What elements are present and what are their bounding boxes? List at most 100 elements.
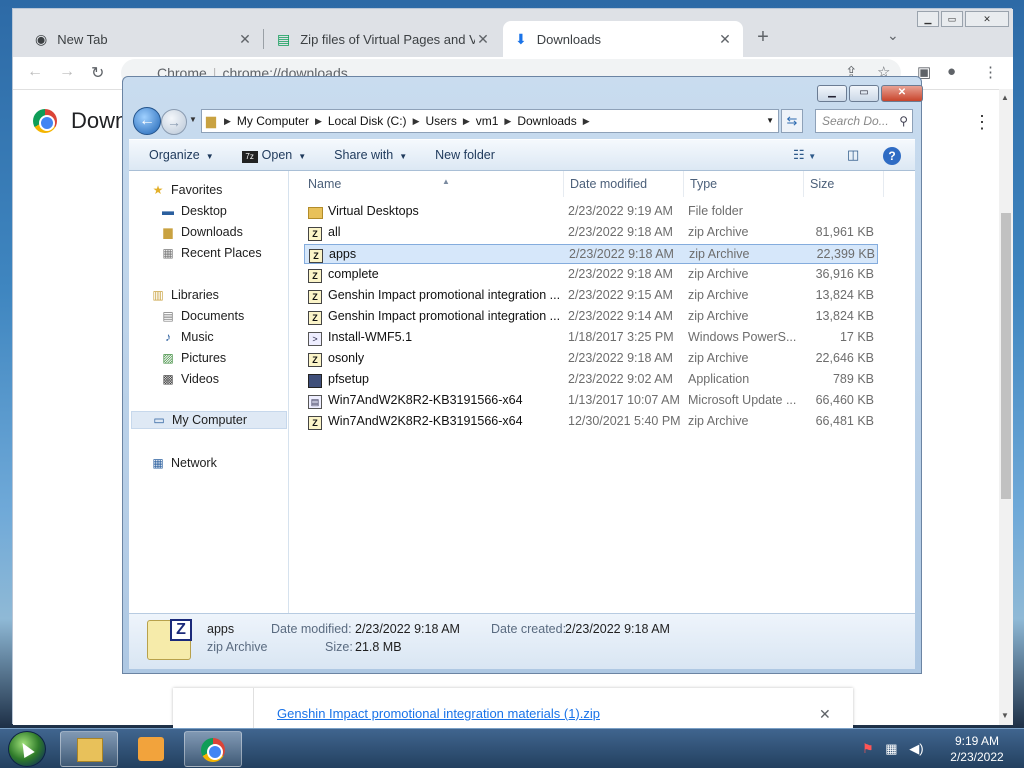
zip-archive-icon: Z xyxy=(308,225,324,241)
chevron-right-icon[interactable]: ▶ xyxy=(413,116,420,127)
download-file-link[interactable]: Genshin Impact promotional integration m… xyxy=(277,706,600,721)
clock[interactable]: 9:19 AM 2/23/2022 xyxy=(940,733,1014,765)
file-name: Install-WMF5.1 xyxy=(328,330,413,344)
close-button[interactable]: ✕ xyxy=(881,85,923,102)
breadcrumb-item[interactable]: My Computer xyxy=(237,114,309,128)
nav-item-desktop[interactable]: ▬ Desktop xyxy=(159,202,227,220)
scrollbar-thumb[interactable] xyxy=(1001,213,1011,499)
open-button[interactable]: 7z Open ▼ xyxy=(241,148,306,163)
taskbar-explorer[interactable] xyxy=(60,731,118,767)
nav-item-music[interactable]: ♪ Music xyxy=(159,328,214,346)
file-row[interactable]: Z Genshin Impact promotional integration… xyxy=(304,307,878,327)
close-icon[interactable]: ✕ xyxy=(237,31,253,48)
network-icon[interactable]: ▦ xyxy=(885,741,897,756)
file-row-selected[interactable]: Z apps 2/23/2022 9:18 AM zip Archive 22,… xyxy=(304,244,878,264)
scroll-up-icon[interactable]: ▲ xyxy=(1001,93,1009,102)
nav-item-documents[interactable]: ▤ Documents xyxy=(159,307,244,325)
close-icon[interactable]: ✕ xyxy=(819,706,831,723)
preview-pane-icon[interactable]: ◫ xyxy=(847,147,859,163)
minimize-button[interactable]: ▁ xyxy=(817,85,847,102)
breadcrumb-item[interactable]: Local Disk (C:) xyxy=(328,114,407,128)
back-button[interactable]: ← xyxy=(133,107,161,135)
file-date: 2/23/2022 9:18 AM xyxy=(568,351,673,365)
history-dropdown-icon[interactable]: ▼ xyxy=(189,115,197,124)
help-icon[interactable]: ? xyxy=(883,147,901,165)
new-tab-button[interactable]: + xyxy=(751,25,775,49)
file-row[interactable]: ▤ Win7AndW2K8R2-KB3191566-x64 1/13/2017 … xyxy=(304,391,878,411)
address-dropdown-icon[interactable]: ▼ xyxy=(766,116,774,125)
nav-item-downloads[interactable]: ▆ Downloads xyxy=(159,223,242,241)
forward-arrow-icon[interactable]: → xyxy=(59,63,75,81)
refresh-button[interactable]: ⇆ xyxy=(781,109,803,133)
menu-icon[interactable]: ⋮ xyxy=(983,63,998,81)
file-row[interactable]: Virtual Desktops 2/23/2022 9:19 AM File … xyxy=(304,202,878,222)
page-scrollbar[interactable]: ▲ ▼ xyxy=(999,89,1013,725)
nav-item-recent-places[interactable]: ▦ Recent Places xyxy=(159,244,261,262)
details-file-type: zip Archive xyxy=(207,640,268,654)
details-size-value: 21.8 MB xyxy=(355,640,402,654)
column-header-date[interactable]: Date modified xyxy=(564,171,684,197)
search-input[interactable]: Search Do... ⚲ xyxy=(815,109,913,133)
file-row[interactable]: pfsetup 2/23/2022 9:02 AM Application 78… xyxy=(304,370,878,390)
organize-label: Organize xyxy=(149,148,200,162)
chevron-right-icon[interactable]: ▶ xyxy=(463,116,470,127)
breadcrumb-item[interactable]: Users xyxy=(425,114,456,128)
nav-item-libraries[interactable]: ▥ Libraries xyxy=(149,286,219,304)
back-arrow-icon[interactable]: ← xyxy=(27,63,43,81)
update-package-icon: ▤ xyxy=(308,393,324,409)
taskbar-media-player[interactable] xyxy=(122,731,180,767)
tab-new-tab[interactable]: ◉ New Tab ✕ xyxy=(23,21,263,57)
forward-button[interactable]: → xyxy=(161,109,187,135)
nav-item-pictures[interactable]: ▨ Pictures xyxy=(159,349,226,367)
action-center-icon[interactable]: ⚑ xyxy=(862,741,874,756)
recent-places-icon: ▦ xyxy=(162,246,174,260)
breadcrumb-item[interactable]: vm1 xyxy=(476,114,499,128)
application-icon xyxy=(308,372,324,388)
new-folder-button[interactable]: New folder xyxy=(435,148,495,162)
nav-item-videos[interactable]: ▩ Videos xyxy=(159,370,219,388)
chevron-right-icon[interactable]: ▶ xyxy=(315,116,322,127)
profile-icon[interactable]: ● xyxy=(947,63,956,80)
close-icon[interactable]: ✕ xyxy=(717,31,733,48)
close-button[interactable]: ✕ xyxy=(965,11,1009,27)
volume-icon[interactable]: ◀) xyxy=(909,741,923,756)
file-name: osonly xyxy=(328,351,365,365)
column-header-name[interactable]: Name ▲ xyxy=(302,171,564,197)
file-row[interactable]: Z Win7AndW2K8R2-KB3191566-x64 12/30/2021… xyxy=(304,412,878,432)
file-type: zip Archive xyxy=(688,288,749,302)
file-row[interactable]: Z Genshin Impact promotional integration… xyxy=(304,286,878,306)
star-icon: ★ xyxy=(152,183,164,197)
search-icon[interactable]: ⚲ xyxy=(899,110,908,132)
tab-zip-files[interactable]: ▤ Zip files of Virtual Pages and Virt ✕ xyxy=(265,21,501,57)
more-options-icon[interactable]: ⋮ xyxy=(973,112,991,133)
tab-downloads[interactable]: ⬇ Downloads ✕ xyxy=(503,21,743,57)
file-row[interactable]: Z all 2/23/2022 9:18 AM zip Archive 81,9… xyxy=(304,223,878,243)
close-icon[interactable]: ✕ xyxy=(475,31,491,48)
chevron-down-icon[interactable]: ⌄ xyxy=(887,27,899,44)
nav-item-my-computer[interactable]: ▭ My Computer xyxy=(131,411,287,429)
column-header-size[interactable]: Size xyxy=(804,171,884,197)
file-row[interactable]: Z complete 2/23/2022 9:18 AM zip Archive… xyxy=(304,265,878,285)
organize-button[interactable]: Organize ▼ xyxy=(149,148,214,162)
maximize-button[interactable]: ▭ xyxy=(849,85,879,102)
nav-label: Pictures xyxy=(181,351,227,365)
breadcrumb-item[interactable]: Downloads xyxy=(517,114,576,128)
chevron-right-icon[interactable]: ▶ xyxy=(583,116,590,127)
nav-item-favorites[interactable]: ★ Favorites xyxy=(149,181,223,199)
column-header-type[interactable]: Type xyxy=(684,171,804,197)
taskbar-chrome[interactable] xyxy=(184,731,242,767)
chevron-right-icon[interactable]: ▶ xyxy=(504,116,511,127)
minimize-button[interactable]: ▁ xyxy=(917,11,939,27)
nav-item-network[interactable]: ▦ Network xyxy=(149,454,217,472)
nav-label: Favorites xyxy=(171,183,223,197)
maximize-button[interactable]: ▭ xyxy=(941,11,963,27)
details-created-label: Date created: xyxy=(491,622,567,636)
file-row[interactable]: Z osonly 2/23/2022 9:18 AM zip Archive 2… xyxy=(304,349,878,369)
share-with-button[interactable]: Share with ▼ xyxy=(334,148,407,162)
file-row[interactable]: > Install-WMF5.1 1/18/2017 3:25 PM Windo… xyxy=(304,328,878,348)
chevron-right-icon[interactable]: ▶ xyxy=(224,116,231,127)
view-options-icon[interactable]: ☷ ▼ xyxy=(793,147,816,163)
scroll-down-icon[interactable]: ▼ xyxy=(1001,711,1009,720)
reload-icon[interactable]: ↻ xyxy=(91,63,104,83)
breadcrumb[interactable]: ▆ ▶ My Computer ▶ Local Disk (C:) ▶ User… xyxy=(201,109,779,133)
